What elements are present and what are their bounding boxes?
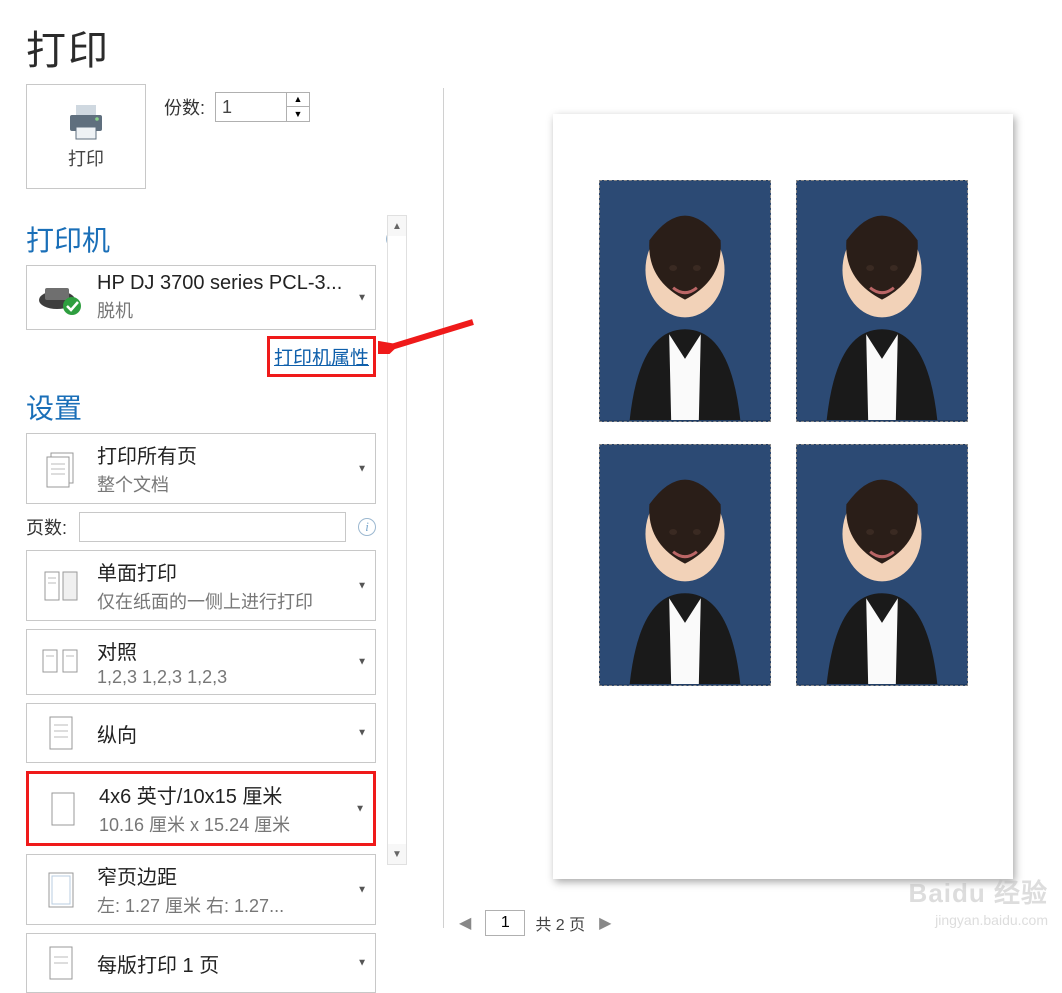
copies-up-button[interactable]: ▲ bbox=[287, 93, 309, 107]
caret-icon: ▼ bbox=[357, 884, 367, 895]
setting-margins[interactable]: 窄页边距 左: 1.27 厘米 右: 1.27... ▼ bbox=[26, 854, 376, 925]
watermark: Baidu 经验 jingyan.baidu.com bbox=[909, 877, 1048, 929]
caret-icon: ▼ bbox=[357, 958, 367, 969]
prev-page-button[interactable]: ◀ bbox=[455, 913, 475, 933]
page-title: 打印 bbox=[26, 18, 404, 76]
preview-photo bbox=[599, 180, 771, 422]
paper-icon bbox=[48, 789, 78, 829]
copies-input[interactable] bbox=[216, 93, 286, 121]
copies-spinner[interactable]: ▲ ▼ bbox=[215, 92, 310, 122]
caret-icon: ▼ bbox=[357, 657, 367, 668]
setting-paper-size[interactable]: 4x6 英寸/10x15 厘米 10.16 厘米 x 15.24 厘米 ▼ bbox=[26, 771, 376, 846]
setting-orientation[interactable]: 纵向 ▼ bbox=[26, 703, 376, 763]
setting-label: 窄页边距 bbox=[97, 861, 365, 890]
setting-label: 纵向 bbox=[97, 719, 365, 748]
sheet-icon bbox=[46, 943, 76, 983]
person-illustration bbox=[600, 445, 770, 684]
setting-collate[interactable]: 对照 1,2,3 1,2,3 1,2,3 ▼ bbox=[26, 629, 376, 695]
doc-icon bbox=[43, 449, 79, 489]
divider bbox=[443, 88, 444, 928]
setting-pages-per-sheet[interactable]: 每版打印 1 页 ▼ bbox=[26, 933, 376, 993]
pager-text: 共 2 页 bbox=[535, 911, 585, 935]
setting-sub: 左: 1.27 厘米 右: 1.27... bbox=[97, 892, 365, 918]
printer-heading: 打印机 bbox=[26, 219, 110, 259]
person-illustration bbox=[797, 445, 967, 684]
caret-icon: ▼ bbox=[357, 292, 367, 303]
person-illustration bbox=[600, 181, 770, 420]
setting-sides[interactable]: 单面打印 仅在纸面的一侧上进行打印 ▼ bbox=[26, 550, 376, 621]
setting-label: 4x6 英寸/10x15 厘米 bbox=[99, 780, 363, 809]
orientation-icon bbox=[46, 713, 76, 753]
scrollbar[interactable]: ▲ ▼ bbox=[387, 215, 407, 865]
setting-label: 打印所有页 bbox=[97, 440, 365, 469]
preview-photo bbox=[796, 444, 968, 686]
settings-heading: 设置 bbox=[26, 387, 82, 427]
scroll-up-button[interactable]: ▲ bbox=[388, 216, 406, 236]
preview-photo bbox=[796, 180, 968, 422]
printer-name: HP DJ 3700 series PCL-3... bbox=[97, 272, 365, 295]
setting-label: 单面打印 bbox=[97, 557, 365, 586]
printer-properties-link[interactable]: 打印机属性 bbox=[274, 348, 369, 369]
watermark-brand: Baidu 经验 bbox=[909, 877, 1048, 911]
caret-icon: ▼ bbox=[357, 728, 367, 739]
setting-sub: 整个文档 bbox=[97, 471, 365, 497]
printer-device-icon bbox=[37, 280, 85, 316]
pages-label: 页数: bbox=[26, 514, 67, 540]
info-icon[interactable]: i bbox=[358, 518, 376, 536]
sides-icon bbox=[41, 566, 81, 606]
preview-page bbox=[553, 114, 1013, 879]
printer-select[interactable]: HP DJ 3700 series PCL-3... 脱机 ▼ bbox=[26, 265, 376, 330]
printer-icon bbox=[64, 103, 108, 141]
caret-icon: ▼ bbox=[357, 580, 367, 591]
scroll-thumb[interactable] bbox=[388, 236, 406, 844]
next-page-button[interactable]: ▶ bbox=[595, 913, 615, 933]
printer-status: 脱机 bbox=[97, 297, 365, 323]
page-number-input[interactable] bbox=[485, 910, 525, 936]
setting-sub: 仅在纸面的一侧上进行打印 bbox=[97, 588, 365, 614]
pages-input[interactable] bbox=[79, 512, 346, 542]
copies-down-button[interactable]: ▼ bbox=[287, 107, 309, 121]
preview-photo bbox=[599, 444, 771, 686]
person-illustration bbox=[797, 181, 967, 420]
setting-print-range[interactable]: 打印所有页 整个文档 ▼ bbox=[26, 433, 376, 504]
caret-icon: ▼ bbox=[357, 463, 367, 474]
collate-icon bbox=[39, 644, 83, 680]
caret-icon: ▼ bbox=[355, 803, 365, 814]
setting-sub: 10.16 厘米 x 15.24 厘米 bbox=[99, 811, 363, 837]
margins-icon bbox=[46, 870, 76, 910]
scroll-down-button[interactable]: ▼ bbox=[388, 844, 406, 864]
watermark-url: jingyan.baidu.com bbox=[909, 911, 1048, 929]
print-button[interactable]: 打印 bbox=[26, 84, 146, 189]
setting-sub: 1,2,3 1,2,3 1,2,3 bbox=[97, 667, 365, 688]
copies-label: 份数: bbox=[164, 94, 205, 120]
print-button-label: 打印 bbox=[68, 145, 104, 171]
setting-label: 对照 bbox=[97, 636, 365, 665]
setting-label: 每版打印 1 页 bbox=[97, 949, 365, 978]
